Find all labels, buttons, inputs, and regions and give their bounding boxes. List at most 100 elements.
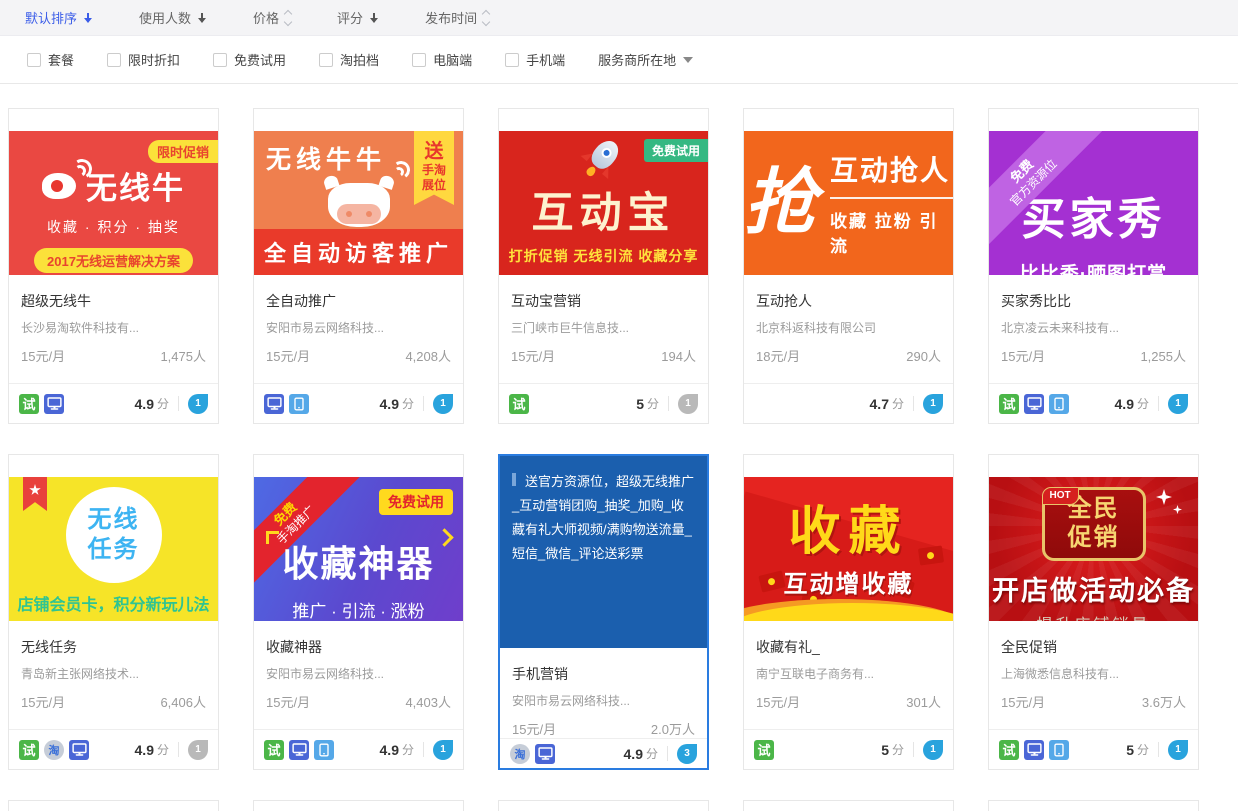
wangwang-icon[interactable]: 1 bbox=[433, 394, 453, 414]
card-title[interactable]: 无线任务 bbox=[21, 637, 206, 657]
banner-bottom-strip: 全自动访客推广 bbox=[254, 229, 463, 275]
card-shoucang-youli[interactable]: 收藏 互动增收藏 (收藏/关注店铺) 收藏有礼_ 南宁互联电子商务有... 15… bbox=[743, 454, 954, 770]
bookmark-ribbon-icon bbox=[23, 477, 47, 511]
card-shouji-yingxiao-selected[interactable]: 送官方资源位，超级无线推广_互动营销团购_抽奖_加购_收藏有礼大师视频/满购物送… bbox=[498, 454, 709, 770]
filter-label: 淘拍档 bbox=[340, 50, 379, 69]
banner-title: 开店做活动必备 bbox=[989, 569, 1198, 608]
filter-taopaidang[interactable]: 淘拍档 bbox=[319, 50, 379, 69]
card-maijiaxiu[interactable]: 免费 官方资源位 买家秀 比比秀·晒图打赏 买家秀比比 北京凌云未来科技有...… bbox=[988, 108, 1199, 424]
platform-badges: 试 bbox=[264, 740, 339, 760]
pc-badge-icon bbox=[1024, 394, 1044, 414]
wangwang-icon[interactable]: 1 bbox=[433, 740, 453, 760]
banner-subtitle: 收藏 拉粉 引流 bbox=[830, 197, 953, 257]
platform-badges: 试 bbox=[999, 740, 1074, 760]
free-trial-badge: 免费试用 bbox=[379, 489, 453, 515]
banner-subtitle: 推广 · 引流 · 涨粉 bbox=[254, 597, 463, 621]
rating-unit: 分 bbox=[402, 395, 414, 412]
card-company: 三门峡市巨牛信息技... bbox=[511, 319, 696, 336]
banner-subtitle: 提升店铺销量 bbox=[989, 611, 1198, 621]
card-rating: 4.9 bbox=[624, 746, 643, 762]
card-shoucang-shenqi[interactable]: 免费 手淘推广 免费试用 收藏神器 推广 · 引流 · 涨粉 收藏神器 安阳市易… bbox=[253, 454, 464, 770]
banner-title: 互动宝 bbox=[499, 179, 708, 240]
arrow-down-icon bbox=[197, 12, 207, 24]
wangwang-icon[interactable]: 1 bbox=[678, 394, 698, 414]
checkbox-icon[interactable] bbox=[107, 53, 121, 67]
card-title[interactable]: 全民促销 bbox=[1001, 637, 1186, 657]
wangwang-icon[interactable]: 1 bbox=[1168, 740, 1188, 760]
card-price: 15元/月 bbox=[512, 719, 556, 738]
arrow-down-icon bbox=[83, 12, 93, 24]
rating-unit: 分 bbox=[892, 395, 904, 412]
banner-title: 无线牛 bbox=[86, 163, 185, 208]
filter-label: 限时折扣 bbox=[128, 50, 180, 69]
sort-users-label: 使用人数 bbox=[139, 8, 191, 27]
chevron-down-icon bbox=[683, 57, 693, 63]
card-banner: 无线牛牛 送 手淘 展位 全自动访客推广 bbox=[254, 131, 463, 275]
wangwang-icon[interactable]: 1 bbox=[923, 740, 943, 760]
filter-pc[interactable]: 电脑端 bbox=[412, 50, 472, 69]
wangwang-icon[interactable]: 1 bbox=[1168, 394, 1188, 414]
rating-unit: 分 bbox=[402, 741, 414, 758]
card-banner: 免费 手淘推广 免费试用 收藏神器 推广 · 引流 · 涨粉 bbox=[254, 477, 463, 621]
sort-rating[interactable]: 评分 bbox=[337, 8, 379, 27]
pc-badge-icon bbox=[44, 394, 64, 414]
banner-title: 收藏 bbox=[744, 489, 953, 564]
card-user-count: 301人 bbox=[906, 692, 941, 711]
card-hudong-qiangren[interactable]: 抢 互动抢人 收藏 拉粉 引流 互动抢人 北京科返科技有限公司 18元/月290… bbox=[743, 108, 954, 424]
wangwang-icon[interactable]: 1 bbox=[188, 740, 208, 760]
card-super-wuxianniu[interactable]: 限时促销 无线牛 收藏 · 积分 · 抽奖 2017无线运营解决方案 超级无线牛… bbox=[8, 108, 219, 424]
card-price: 15元/月 bbox=[511, 346, 555, 365]
card-title[interactable]: 全自动推广 bbox=[266, 291, 451, 311]
card-title[interactable]: 手机营销 bbox=[512, 664, 695, 684]
checkbox-icon[interactable] bbox=[505, 53, 519, 67]
sort-default[interactable]: 默认排序 bbox=[25, 8, 93, 27]
card-quanmin-cuxiao[interactable]: HOT 全民促销 开店做活动必备 提升店铺销量 全民促销 上海微悉信息科技有..… bbox=[988, 454, 1199, 770]
wangwang-icon[interactable]: 3 bbox=[677, 744, 697, 764]
card-title[interactable]: 收藏有礼_ bbox=[756, 637, 941, 657]
card-title[interactable]: 互动抢人 bbox=[756, 291, 941, 311]
hot-badge: HOT bbox=[1042, 487, 1079, 505]
filter-mobile[interactable]: 手机端 bbox=[505, 50, 565, 69]
card-description-overlay: 送官方资源位，超级无线推广_互动营销团购_抽奖_加购_收藏有礼大师视频/满购物送… bbox=[500, 456, 707, 648]
platform-badges: 试 bbox=[19, 394, 69, 414]
card-user-count: 4,403人 bbox=[405, 692, 451, 711]
checkbox-icon[interactable] bbox=[27, 53, 41, 67]
card-company: 北京科返科技有限公司 bbox=[756, 319, 941, 336]
sort-price[interactable]: 价格 bbox=[253, 8, 291, 27]
sort-users[interactable]: 使用人数 bbox=[139, 8, 207, 27]
trial-badge-icon: 试 bbox=[754, 740, 774, 760]
card-title[interactable]: 互动宝营销 bbox=[511, 291, 696, 311]
card-wuxian-renwu[interactable]: 无线任务 店铺会员卡，积分新玩儿法 无线任务 青岛新主张网络技术... 15元/… bbox=[8, 454, 219, 770]
rating-unit: 分 bbox=[157, 741, 169, 758]
card-price: 15元/月 bbox=[1001, 346, 1045, 365]
gift-ribbon: 送 手淘 展位 bbox=[414, 131, 454, 205]
card-title[interactable]: 买家秀比比 bbox=[1001, 291, 1186, 311]
card-quanzidong-tuiguang[interactable]: 无线牛牛 送 手淘 展位 全自动访客推广 全自动推广 安阳市易云网络科技... … bbox=[253, 108, 464, 424]
checkbox-icon[interactable] bbox=[412, 53, 426, 67]
card-hudongbao[interactable]: 免费试用 互动宝 打折促销 无线引流 收藏分享 互动宝营销 三门峡市巨牛信息技.… bbox=[498, 108, 709, 424]
checkbox-icon[interactable] bbox=[319, 53, 333, 67]
provider-region-dropdown[interactable]: 服务商所在地 bbox=[598, 50, 693, 69]
provider-region-label: 服务商所在地 bbox=[598, 50, 676, 69]
card-price: 15元/月 bbox=[21, 346, 65, 365]
card-banner: 抢 互动抢人 收藏 拉粉 引流 bbox=[744, 131, 953, 275]
sort-default-label: 默认排序 bbox=[25, 8, 77, 27]
wangwang-icon[interactable]: 1 bbox=[923, 394, 943, 414]
card-banner: HOT 全民促销 开店做活动必备 提升店铺销量 bbox=[989, 477, 1198, 621]
card-title[interactable]: 超级无线牛 bbox=[21, 291, 206, 311]
sort-publish-time[interactable]: 发布时间 bbox=[425, 8, 489, 27]
checkbox-icon[interactable] bbox=[213, 53, 227, 67]
filter-free-trial[interactable]: 免费试用 bbox=[213, 50, 286, 69]
card-rating: 4.7 bbox=[870, 396, 889, 412]
banner-subtitle: 收藏 · 积分 · 抽奖 bbox=[9, 217, 218, 237]
platform-badges: 试 bbox=[999, 394, 1074, 414]
rating-unit: 分 bbox=[647, 395, 659, 412]
filter-package[interactable]: 套餐 bbox=[27, 50, 74, 69]
filter-limited-discount[interactable]: 限时折扣 bbox=[107, 50, 180, 69]
wangwang-icon[interactable]: 1 bbox=[188, 394, 208, 414]
card-company: 安阳市易云网络科技... bbox=[266, 319, 451, 336]
card-company: 北京凌云未来科技有... bbox=[1001, 319, 1186, 336]
mobile-badge-icon bbox=[289, 394, 309, 414]
card-title[interactable]: 收藏神器 bbox=[266, 637, 451, 657]
rating-unit: 分 bbox=[1137, 395, 1149, 412]
